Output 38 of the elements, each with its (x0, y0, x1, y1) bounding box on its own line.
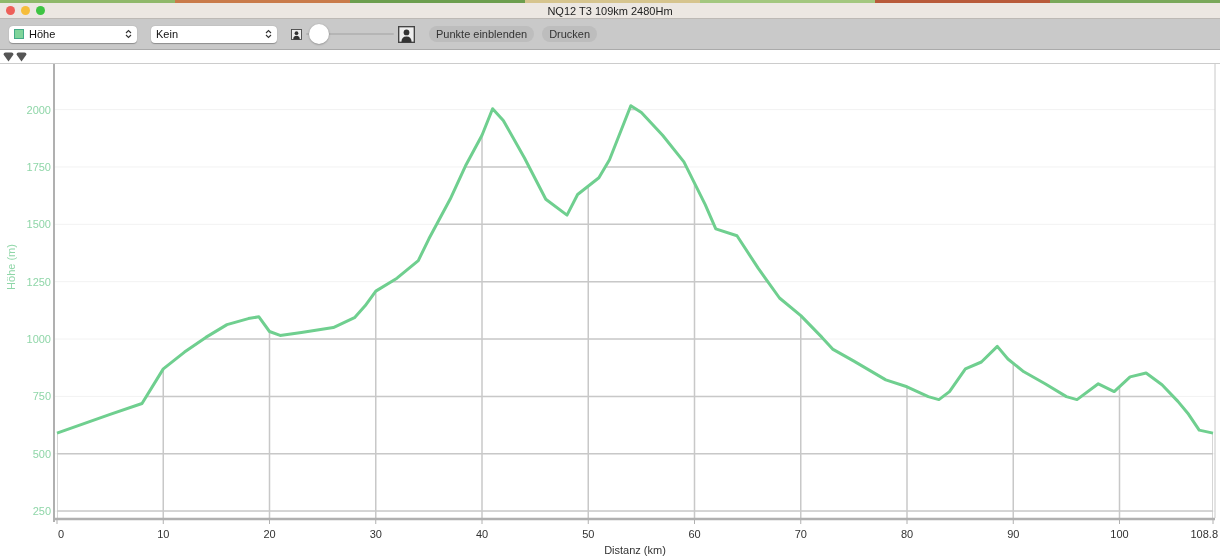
y-tick-label: 1000 (26, 333, 51, 346)
x-axis-title: Distanz (km) (604, 544, 666, 556)
window-title: NQ12 T3 109km 2480Hm (547, 4, 673, 17)
y-tick-label: 1500 (26, 218, 51, 231)
x-tick-label: 70 (794, 528, 807, 540)
zoom-button[interactable] (36, 6, 45, 15)
slider-thumb[interactable] (309, 24, 330, 44)
x-tick-label: 30 (369, 528, 382, 540)
x-tick-label: 0 (57, 528, 65, 540)
x-tick-label: 10 (157, 528, 170, 540)
x-tick-label: 108.8 (1190, 528, 1218, 540)
y-axis-title: Höhe (m) (5, 244, 17, 290)
x-tick-label: 20 (263, 528, 276, 540)
large-person-icon[interactable] (398, 25, 415, 43)
x-tick-label: 40 (475, 528, 489, 540)
toolbar-button[interactable]: Punkte einblenden (429, 26, 535, 42)
y-tick-label: 2000 (26, 103, 51, 116)
chevron-icon (265, 29, 272, 39)
series-dropdown[interactable]: Höhe (9, 25, 137, 43)
x-tick-label: 60 (688, 528, 701, 540)
small-person-icon[interactable] (291, 28, 302, 40)
minimize-button[interactable] (21, 6, 30, 15)
x-tick-label: 100 (1110, 528, 1129, 540)
mode-dropdown[interactable]: Kein (151, 25, 277, 43)
toolbar-button[interactable]: Drucken (542, 26, 598, 42)
marker-icon[interactable] (3, 51, 14, 62)
close-button[interactable] (6, 6, 15, 15)
x-tick-label: 50 (582, 528, 595, 540)
x-tick-label: 80 (900, 528, 914, 540)
y-tick-label: 500 (32, 447, 51, 460)
chevron-icon (125, 29, 132, 39)
size-slider[interactable] (306, 24, 394, 44)
x-tick-label: 90 (1007, 528, 1020, 540)
y-tick-label: 1750 (26, 160, 51, 173)
y-tick-label: 250 (32, 505, 51, 518)
y-tick-label: 750 (32, 390, 51, 403)
marker-icon[interactable] (16, 51, 27, 62)
y-tick-label: 1250 (26, 275, 51, 288)
